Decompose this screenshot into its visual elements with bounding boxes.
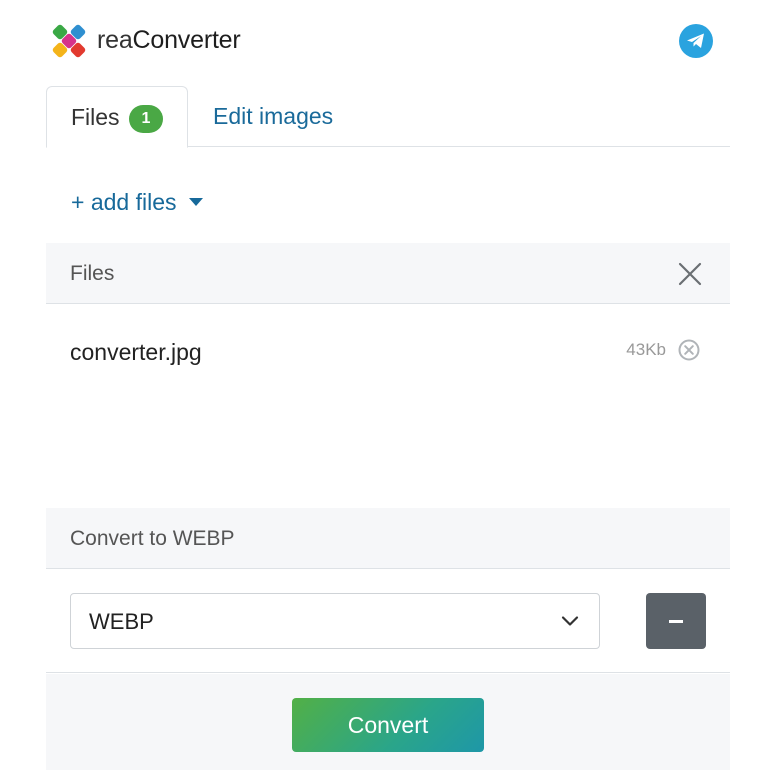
files-panel-title: Files [70, 262, 115, 285]
format-select-value: WEBP [89, 609, 154, 634]
brand-suffix: Converter [132, 26, 241, 54]
minus-icon [669, 620, 683, 623]
app-header: reaConverter [0, 0, 774, 84]
convert-panel-header: Convert to WEBP [46, 508, 730, 569]
convert-button[interactable]: Convert [292, 698, 484, 752]
caret-down-icon [188, 197, 203, 206]
add-files-label: + add files [71, 189, 177, 215]
remove-file-icon[interactable] [678, 339, 700, 361]
close-icon[interactable] [678, 262, 702, 286]
remove-format-button[interactable] [646, 593, 706, 649]
tab-files-label: Files [71, 104, 120, 130]
files-count-badge: 1 [129, 105, 163, 133]
convert-footer: Convert [46, 674, 730, 770]
tab-edit-images[interactable]: Edit images [213, 86, 333, 147]
add-files-button[interactable]: + add files [71, 186, 203, 218]
tab-files[interactable]: Files 1 [46, 86, 188, 148]
convert-panel-title: Convert to WEBP [70, 527, 235, 550]
list-item: converter.jpg 43Kb [46, 320, 730, 380]
telegram-icon [687, 33, 704, 48]
tab-bar: Files 1 Edit images [46, 86, 730, 148]
reaconverter-logo-icon [52, 24, 86, 58]
file-size: 43Kb [626, 340, 666, 359]
file-name: converter.jpg [70, 339, 202, 365]
brand-prefix: rea [97, 26, 133, 54]
chevron-down-icon [561, 616, 579, 626]
brand-name: reaConverter [97, 24, 241, 56]
files-panel-header: Files [46, 243, 730, 304]
format-row: WEBP [46, 569, 730, 673]
tab-edit-images-label: Edit images [213, 103, 334, 129]
format-select[interactable]: WEBP [70, 593, 600, 649]
telegram-button[interactable] [679, 24, 713, 58]
